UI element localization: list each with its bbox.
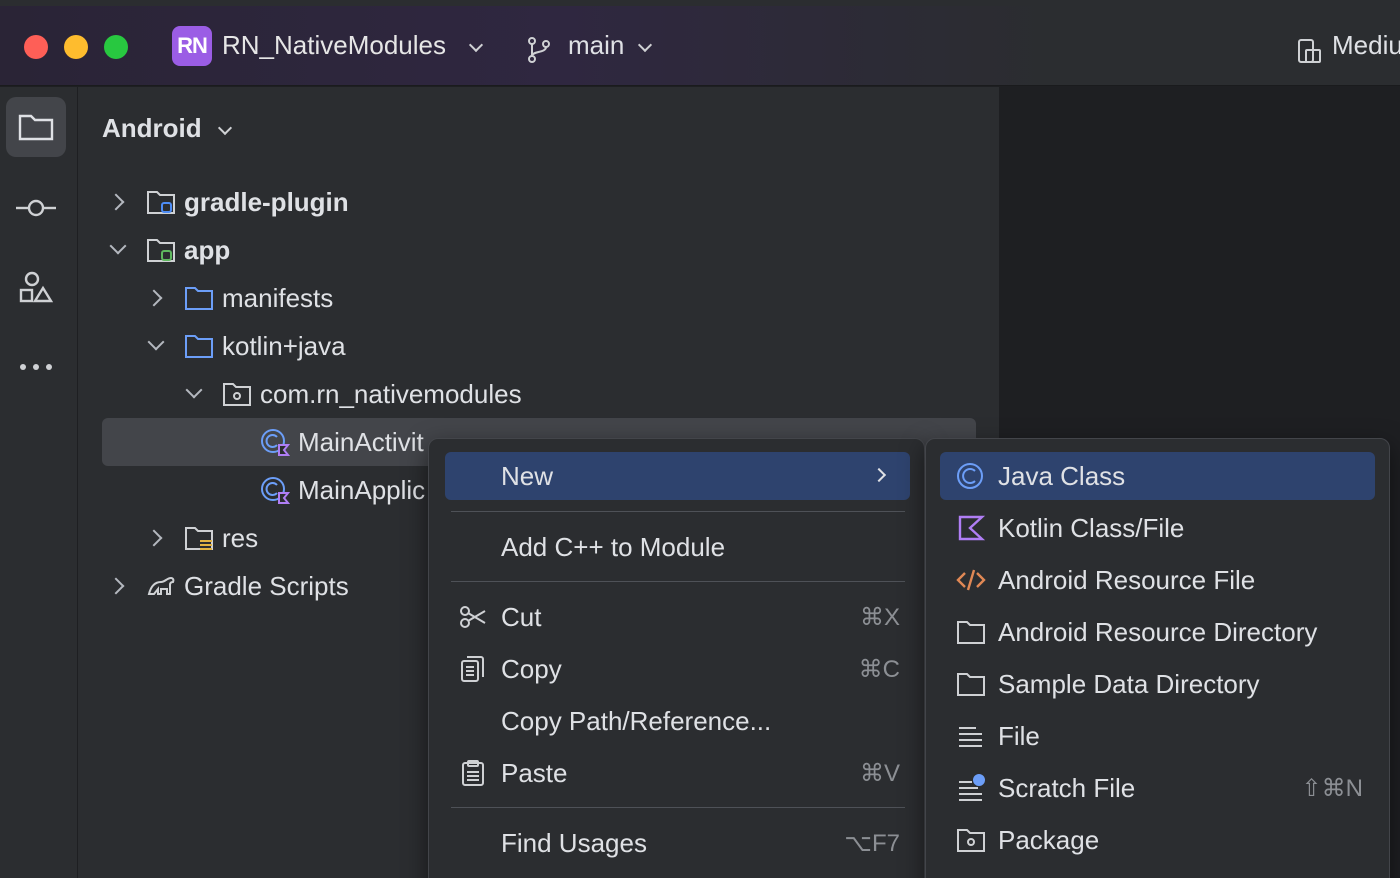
tree-item-mainapplication[interactable]: MainApplic	[222, 468, 425, 512]
package-icon	[957, 829, 985, 852]
submenu-item-package[interactable]: Package	[940, 816, 1375, 864]
menu-separator	[451, 511, 905, 512]
chevron-right-icon	[871, 467, 887, 483]
scratch-file-icon	[959, 774, 985, 801]
clipboard-icon	[462, 760, 484, 786]
package-icon	[223, 383, 251, 406]
project-tool-button[interactable]	[6, 97, 66, 157]
chevron-right-icon[interactable]	[146, 516, 166, 560]
gradle-icon	[147, 576, 175, 595]
menu-item-copy-path[interactable]: Copy Path/Reference...	[445, 697, 910, 745]
title-bar: RN RN_NativeModules main Mediu	[0, 6, 1400, 86]
tree-item-package[interactable]: com.rn_nativemodules	[184, 372, 522, 416]
folder-icon	[957, 621, 985, 644]
tree-item-mainactivity[interactable]: MainActivit	[222, 420, 424, 464]
chevron-down-icon[interactable]	[146, 324, 166, 368]
commit-icon	[16, 199, 56, 217]
commit-tool-button[interactable]	[6, 178, 66, 238]
tree-item-label: Gradle Scripts	[184, 570, 349, 601]
tree-item-label: MainActivit	[298, 426, 424, 457]
tree-item-label: kotlin+java	[222, 330, 346, 361]
folder-icon	[185, 335, 213, 358]
submenu-item-scratch-file[interactable]: Scratch File ⇧⌘N	[940, 764, 1375, 812]
folder-icon	[18, 114, 54, 141]
xml-icon	[956, 569, 986, 591]
scissors-icon	[460, 606, 486, 628]
tree-item-kotlin-java[interactable]: kotlin+java	[146, 324, 346, 368]
submenu-item-android-resource-directory[interactable]: Android Resource Directory	[940, 608, 1375, 656]
tree-item-label: MainApplic	[298, 474, 426, 505]
structure-tool-button[interactable]	[6, 257, 66, 317]
folder-icon	[185, 287, 213, 310]
more-tools-button[interactable]	[6, 337, 66, 397]
tree-item-label: app	[184, 234, 231, 265]
project-badge[interactable]: RN	[172, 26, 212, 66]
menu-item-copy[interactable]: Copy ⌘C	[445, 645, 910, 693]
tree-item-label: gradle-plugin	[184, 186, 349, 217]
menu-item-cut[interactable]: Cut ⌘X	[445, 593, 910, 641]
tool-window-strip	[0, 87, 78, 878]
chevron-down-icon[interactable]	[637, 37, 653, 53]
menu-item-paste[interactable]: Paste ⌘V	[445, 749, 910, 797]
chevron-right-icon[interactable]	[108, 180, 128, 224]
menu-separator	[451, 581, 905, 582]
tree-item-gradle-scripts[interactable]: Gradle Scripts	[108, 564, 349, 608]
running-device-selector[interactable]: Mediu	[1332, 30, 1400, 61]
project-selector[interactable]: RN_NativeModules	[222, 30, 446, 61]
close-window-button[interactable]	[24, 35, 48, 59]
context-menu: New Add C++ to Module Cut ⌘X Copy ⌘C Cop…	[428, 438, 925, 878]
java-class-icon	[957, 463, 983, 489]
chevron-down-icon[interactable]	[217, 120, 233, 136]
more-icon	[20, 364, 52, 370]
chevron-down-icon[interactable]	[468, 37, 484, 53]
tree-item-res[interactable]: res	[146, 516, 258, 560]
kotlin-class-icon	[261, 477, 290, 504]
kotlin-class-icon	[261, 429, 290, 456]
device-manager-icon[interactable]	[1296, 38, 1322, 64]
file-icon	[959, 727, 982, 747]
tree-item-manifests[interactable]: manifests	[146, 276, 333, 320]
copy-icon	[461, 656, 484, 682]
project-view-selector[interactable]: Android	[102, 113, 202, 144]
structure-icon	[19, 271, 53, 303]
folder-icon	[957, 673, 985, 696]
menu-item-new[interactable]: New	[445, 452, 910, 500]
branch-selector[interactable]: main	[568, 30, 624, 61]
submenu-item-java-class[interactable]: Java Class	[940, 452, 1375, 500]
submenu-item-sample-data-directory[interactable]: Sample Data Directory	[940, 660, 1375, 708]
menu-separator	[451, 807, 905, 808]
submenu-item-android-resource-file[interactable]: Android Resource File	[940, 556, 1375, 604]
menu-item-add-cpp[interactable]: Add C++ to Module	[445, 523, 910, 571]
tree-item-label: com.rn_nativemodules	[260, 378, 522, 409]
tree-item-app[interactable]: app	[108, 228, 230, 272]
submenu-item-kotlin-class[interactable]: Kotlin Class/File	[940, 504, 1375, 552]
chevron-down-icon[interactable]	[184, 372, 204, 416]
git-branch-icon[interactable]	[526, 36, 552, 64]
menu-item-find-usages[interactable]: Find Usages ⌥F7	[445, 819, 910, 867]
submenu-item-file[interactable]: File	[940, 712, 1375, 760]
kotlin-icon	[958, 515, 986, 541]
new-submenu: Java Class Kotlin Class/File Android Res…	[925, 438, 1390, 878]
chevron-right-icon[interactable]	[108, 564, 128, 608]
tree-item-label: manifests	[222, 282, 334, 313]
minimize-window-button[interactable]	[64, 35, 88, 59]
chevron-down-icon[interactable]	[108, 228, 128, 272]
chevron-right-icon[interactable]	[146, 276, 166, 320]
zoom-window-button[interactable]	[104, 35, 128, 59]
tree-item-gradle-plugin[interactable]: gradle-plugin	[108, 180, 349, 224]
module-folder-icon	[147, 239, 175, 262]
resource-folder-icon	[185, 527, 213, 550]
tree-item-label: res	[222, 522, 259, 553]
module-folder-icon	[147, 191, 175, 214]
